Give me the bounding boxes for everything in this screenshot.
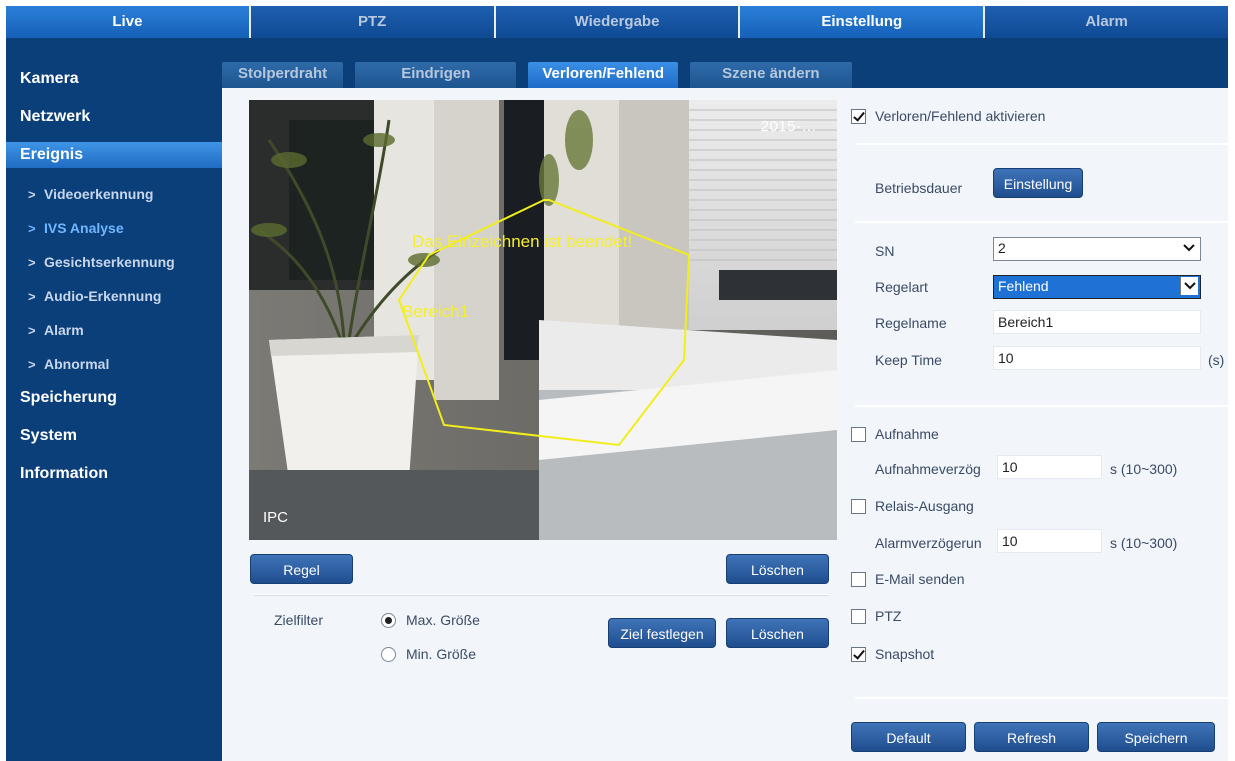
video-channel-label: IPC: [263, 509, 289, 526]
regelname-label: Regelname: [875, 315, 947, 331]
tab-stolperdraht[interactable]: Stolperdraht: [222, 62, 344, 88]
snapshot-label: Snapshot: [875, 646, 935, 662]
sidebar-subitem-label: Videoerkennung: [44, 186, 154, 202]
tab-verloren-fehlend[interactable]: Verloren/Fehlend: [528, 62, 679, 88]
sidebar-subitem-gesichtserkennung[interactable]: > Gesichtserkennung: [6, 245, 222, 279]
nav-tab-wiedergabe[interactable]: Wiedergabe: [495, 6, 741, 38]
chevron-right-icon: >: [28, 288, 36, 304]
sidebar-item-netzwerk[interactable]: Netzwerk: [6, 104, 222, 142]
loeschen-target-button[interactable]: Löschen: [726, 618, 829, 648]
chevron-right-icon: >: [28, 254, 36, 270]
snapshot-checkbox[interactable]: [851, 647, 866, 662]
default-button[interactable]: Default: [851, 722, 966, 752]
drawing-done-message: Das Einzeichnen ist beendet!: [412, 232, 633, 251]
nav-tab-live[interactable]: Live: [6, 6, 251, 38]
sidebar-subitem-videoerkennung[interactable]: > Videoerkennung: [6, 177, 222, 211]
aufnahme-checkbox[interactable]: [851, 427, 866, 442]
sidebar-subitem-label: Alarm: [44, 322, 84, 338]
aufnahme-label: Aufnahme: [875, 426, 939, 442]
aufnahmeverzoegerung-input[interactable]: 10: [997, 455, 1102, 479]
chevron-down-icon: [1182, 239, 1196, 257]
sidebar-subitem-alarm[interactable]: > Alarm: [6, 313, 222, 347]
einstellung-button[interactable]: Einstellung: [993, 168, 1083, 198]
sidebar-item-information[interactable]: Information: [6, 461, 222, 499]
speichern-button[interactable]: Speichern: [1097, 722, 1215, 752]
regelart-select[interactable]: Fehlend: [993, 275, 1201, 299]
region-label: Bereich1: [402, 302, 470, 321]
divider: [855, 697, 1228, 699]
nav-tab-alarm[interactable]: Alarm: [985, 6, 1228, 38]
regel-button[interactable]: Regel: [250, 554, 353, 584]
aufnahmeverzoegerung-label: Aufnahmeverzög: [875, 461, 981, 477]
sidebar-subitem-ivs-analyse[interactable]: > IVS Analyse: [6, 211, 222, 245]
tab-eindrigen[interactable]: Eindrigen: [355, 62, 517, 88]
ptz-checkbox[interactable]: [851, 609, 866, 624]
zielfilter-max-label: Max. Größe: [406, 612, 480, 628]
regelart-select-value: Fehlend: [998, 278, 1049, 294]
sidebar-item-system[interactable]: System: [6, 423, 222, 461]
alarmverzoegerung-label: Alarmverzögerun: [875, 535, 982, 551]
enable-label: Verloren/Fehlend aktivieren: [875, 108, 1046, 124]
nav-tab-ptz[interactable]: PTZ: [250, 6, 496, 38]
chevron-right-icon: >: [28, 220, 36, 236]
regelart-label: Regelart: [875, 279, 928, 295]
sidebar: Kamera Netzwerk Ereignis > Videoerkennung…: [6, 38, 222, 761]
betriebsdauer-label: Betriebsdauer: [875, 180, 963, 196]
divider: [855, 221, 1228, 223]
top-navigation: Live PTZ Wiedergabe Einstellung Alarm: [6, 6, 1228, 38]
email-label: E-Mail senden: [875, 571, 965, 587]
zielfilter-max-radio[interactable]: [381, 613, 396, 628]
video-preview[interactable]: 2015-… IPC Das Einzeichnen ist beendet! …: [249, 100, 837, 540]
relais-ausgang-label: Relais-Ausgang: [875, 498, 974, 514]
zielfilter-label: Zielfilter: [274, 612, 324, 628]
enable-checkbox[interactable]: [851, 109, 866, 124]
sidebar-subitem-label: Abnormal: [44, 356, 110, 372]
tab-szene-aendern[interactable]: Szene ändern: [690, 62, 852, 88]
loeschen-rule-button[interactable]: Löschen: [726, 554, 829, 584]
sidebar-item-ereignis[interactable]: Ereignis: [6, 142, 222, 168]
divider: [254, 594, 828, 595]
relais-ausgang-checkbox[interactable]: [851, 499, 866, 514]
ptz-label: PTZ: [875, 608, 902, 624]
sidebar-subitem-audio-erkennung[interactable]: > Audio-Erkennung: [6, 279, 222, 313]
ziel-festlegen-button[interactable]: Ziel festlegen: [608, 618, 716, 648]
video-timestamp: 2015-…: [760, 118, 817, 135]
refresh-button[interactable]: Refresh: [974, 722, 1089, 752]
divider: [855, 405, 1228, 407]
sn-label: SN: [875, 243, 895, 259]
sidebar-subitem-abnormal[interactable]: > Abnormal: [6, 347, 222, 381]
chevron-right-icon: >: [28, 356, 36, 372]
zielfilter-min-label: Min. Größe: [406, 646, 477, 662]
keeptime-unit: (s): [1208, 352, 1225, 368]
chevron-down-icon: [1180, 277, 1198, 295]
nav-tab-einstellung[interactable]: Einstellung: [740, 6, 986, 38]
sn-select-value: 2: [998, 240, 1006, 256]
regelname-input[interactable]: Bereich1: [993, 310, 1201, 334]
sn-select[interactable]: 2: [993, 237, 1201, 261]
divider: [855, 143, 1228, 145]
chevron-right-icon: >: [28, 322, 36, 338]
sidebar-subitem-label: Audio-Erkennung: [44, 288, 162, 304]
sidebar-item-kamera[interactable]: Kamera: [6, 66, 222, 104]
sidebar-subitem-label: Gesichtserkennung: [44, 254, 175, 270]
sidebar-item-speicherung[interactable]: Speicherung: [6, 385, 222, 423]
subtabs: Stolperdraht Eindrigen Verloren/Fehlend …: [222, 62, 864, 88]
chevron-right-icon: >: [28, 186, 36, 202]
keeptime-label: Keep Time: [875, 352, 942, 368]
email-checkbox[interactable]: [851, 572, 866, 587]
alarmverzoegerung-range: s (10~300): [1110, 535, 1178, 551]
sidebar-subitem-label: IVS Analyse: [44, 220, 124, 236]
alarmverzoegerung-input[interactable]: 10: [997, 529, 1102, 553]
aufnahmeverzoegerung-range: s (10~300): [1110, 461, 1178, 477]
zielfilter-min-radio[interactable]: [381, 647, 396, 662]
camera-scene-image: [249, 100, 837, 540]
keeptime-input[interactable]: 10: [993, 346, 1201, 370]
